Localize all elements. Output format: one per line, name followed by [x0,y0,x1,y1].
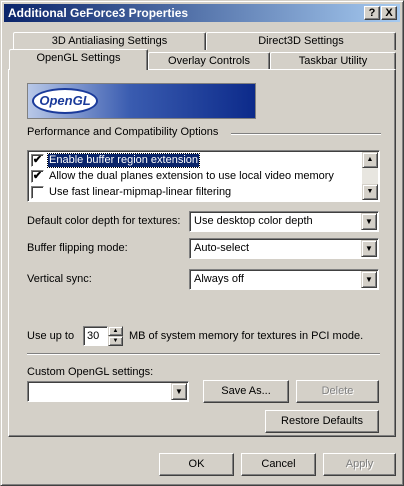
list-item-label: Use fast linear-mipmap-linear filtering [49,186,232,198]
buffer-flipping-label: Buffer flipping mode: [27,242,128,254]
opengl-tab-panel: OpenGL Performance and Compatibility Opt… [8,69,396,437]
help-button[interactable]: ? [364,6,380,20]
tab-direct3d[interactable]: Direct3D Settings [206,32,396,50]
chevron-down-icon[interactable]: ▼ [361,271,377,288]
performance-group-label: Performance and Compatibility Options [27,126,218,138]
tab-overlay-controls[interactable]: Overlay Controls [148,52,270,70]
tab-taskbar-utility[interactable]: Taskbar Utility [270,52,396,70]
save-as-button[interactable]: Save As... [203,380,289,403]
buffer-flipping-value: Auto-select [194,242,250,254]
restore-defaults-button[interactable]: Restore Defaults [265,410,379,433]
memory-value: 30 [87,330,100,342]
buffer-flipping-select[interactable]: Auto-select ▼ [189,238,379,259]
window-title: Additional GeForce3 Properties [8,6,189,20]
opengl-banner: OpenGL [27,83,256,119]
memory-prefix: Use up to [27,330,75,342]
chevron-down-icon[interactable]: ▼ [361,240,377,257]
list-scrollbar[interactable]: ▲ ▼ [362,152,378,200]
memory-input[interactable]: 30 [83,326,108,346]
cancel-button[interactable]: Cancel [241,453,316,476]
fast-filtering-checkbox[interactable] [31,186,44,199]
memory-stepper[interactable]: ▲ ▼ [108,326,123,346]
divider [27,353,380,355]
vsync-select[interactable]: Always off ▼ [189,269,379,290]
scroll-up-icon[interactable]: ▲ [362,152,378,168]
custom-settings-label: Custom OpenGL settings: [27,366,154,378]
buffer-region-checkbox[interactable]: ✔ [31,154,44,167]
close-button[interactable]: X [381,6,397,20]
performance-label-text: Performance and Compatibility Options [27,126,219,138]
opengl-logo-icon: OpenGL [32,88,98,114]
vsync-label: Vertical sync: [27,273,92,285]
title-bar[interactable]: Additional GeForce3 Properties ? X [4,4,400,22]
performance-options-list[interactable]: ✔ Enable buffer region extension ✔ Allow… [27,150,380,202]
scroll-down-icon[interactable]: ▼ [362,184,378,200]
apply-button[interactable]: Apply [323,453,396,476]
color-depth-select[interactable]: Use desktop color depth ▼ [189,211,379,232]
spin-up-icon[interactable]: ▲ [108,326,123,336]
properties-window: Additional GeForce3 Properties ? X 3D An… [0,0,404,486]
tab-opengl[interactable]: OpenGL Settings [9,49,148,70]
list-item-label: Enable buffer region extension [46,153,201,168]
custom-settings-select[interactable]: ▼ [27,381,189,402]
dual-planes-checkbox[interactable]: ✔ [31,170,44,183]
vsync-value: Always off [194,273,244,285]
ok-button[interactable]: OK [159,453,234,476]
list-item-label: Allow the dual planes extension to use l… [49,170,334,182]
color-depth-value: Use desktop color depth [194,215,313,227]
delete-button[interactable]: Delete [296,380,379,403]
spin-down-icon[interactable]: ▼ [108,336,123,346]
memory-suffix: MB of system memory for textures in PCI … [129,330,364,342]
color-depth-label: Default color depth for textures: [27,215,181,227]
tab-3d-antialiasing[interactable]: 3D Antialiasing Settings [13,32,206,50]
chevron-down-icon[interactable]: ▼ [171,383,187,400]
divider [231,133,381,135]
chevron-down-icon[interactable]: ▼ [361,213,377,230]
